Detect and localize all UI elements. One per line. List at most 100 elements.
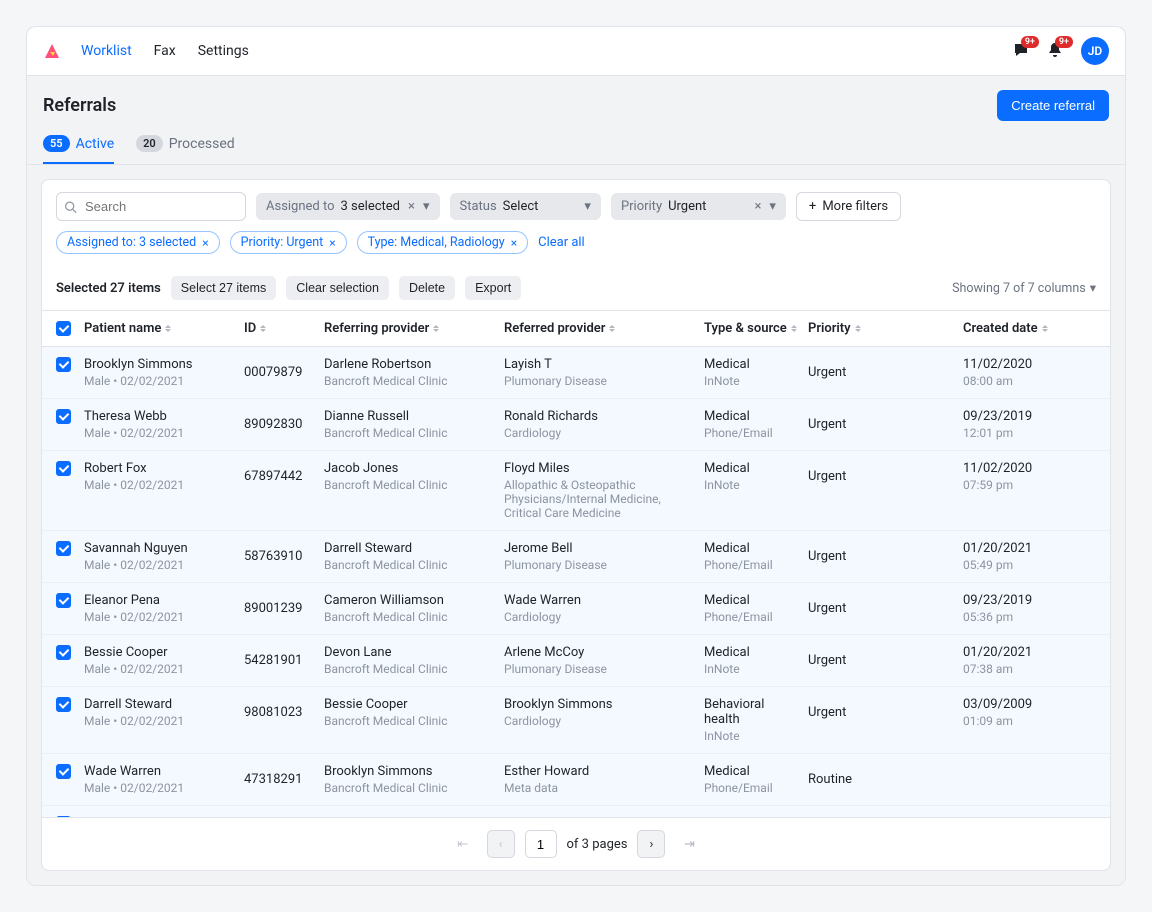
table-row[interactable]: Robert FoxMale • 02/02/202167897442Jacob… [42, 451, 1110, 531]
type: Medical [704, 764, 800, 779]
created-time: 07:38 am [963, 662, 1075, 676]
patient-id: 89001239 [244, 593, 324, 616]
referrals-table: Patient name ID Referring provider Refer… [42, 310, 1110, 817]
prev-page-button[interactable]: ‹ [487, 830, 515, 858]
chip-label: Type: Medical, Radiology [368, 235, 505, 250]
clear-selection-button[interactable]: Clear selection [286, 276, 389, 300]
row-checkbox[interactable] [56, 764, 71, 779]
clear-icon[interactable]: × [752, 199, 763, 214]
table-row[interactable]: Bessie CooperMale • 02/02/202154281901De… [42, 635, 1110, 687]
select-all-button[interactable]: Select 27 items [171, 276, 276, 300]
page-subheader: Referrals Create referral 55Active20Proc… [27, 76, 1125, 165]
filter-priority[interactable]: Priority Urgent × ▾ [611, 193, 786, 220]
page-input[interactable] [525, 830, 557, 858]
th-referring-provider[interactable]: Referring provider [324, 321, 504, 336]
next-page-button[interactable]: › [637, 830, 665, 858]
search-input[interactable] [56, 192, 246, 221]
priority: Routine [808, 764, 963, 787]
patient-meta: Male • 02/02/2021 [84, 426, 236, 440]
source: Phone/Email [704, 781, 800, 795]
row-checkbox[interactable] [56, 816, 71, 817]
filter-chip[interactable]: Type: Medical, Radiology × [357, 231, 529, 254]
referred-specialty: Plumonary Disease [504, 558, 696, 572]
patient-meta: Male • 02/02/2021 [84, 478, 236, 492]
tab-count: 55 [43, 135, 70, 152]
filter-value: 3 selected [341, 199, 400, 214]
chat-notification-icon[interactable]: 9+ [1013, 42, 1031, 60]
columns-toggle[interactable]: Showing 7 of 7 columns ▾ [952, 280, 1096, 296]
filter-label: Status [460, 199, 497, 214]
created-time: 12:01 pm [963, 426, 1075, 440]
user-avatar[interactable]: JD [1081, 37, 1109, 65]
bell-notification-icon[interactable]: 9+ [1047, 42, 1065, 60]
main-nav: Worklist Fax Settings [81, 43, 249, 59]
priority: Urgent [808, 697, 963, 720]
referred-provider: Jerome Bell [504, 541, 696, 556]
th-type-source[interactable]: Type & source [704, 321, 808, 336]
remove-chip-icon[interactable]: × [202, 236, 208, 250]
th-patient-name[interactable]: Patient name [84, 321, 244, 336]
th-created-date[interactable]: Created date [963, 321, 1083, 336]
sort-icon [609, 325, 615, 332]
row-checkbox[interactable] [56, 461, 71, 476]
sort-icon [433, 325, 439, 332]
table-row[interactable]: Eleanor PenaMale • 02/02/202189001239Cam… [42, 583, 1110, 635]
clear-icon[interactable]: × [406, 199, 417, 214]
table-row[interactable]: Wade WarrenMale • 02/02/202147318291Broo… [42, 754, 1110, 806]
th-id[interactable]: ID [244, 321, 324, 336]
th-priority[interactable]: Priority [808, 321, 963, 336]
select-all-checkbox[interactable] [56, 321, 71, 336]
patient-name: Brooklyn Simmons [84, 357, 236, 372]
nav-item-fax[interactable]: Fax [154, 43, 176, 59]
referred-specialty: Plumonary Disease [504, 374, 696, 388]
nav-item-settings[interactable]: Settings [198, 43, 249, 59]
patient-name: Theresa Webb [84, 409, 236, 424]
patient-name: Savannah Nguyen [84, 541, 236, 556]
table-row[interactable]: Savannah NguyenMale • 02/02/202158763910… [42, 531, 1110, 583]
patient-id: 98081023 [244, 697, 324, 720]
last-page-button[interactable]: ⇥ [675, 830, 703, 858]
delete-button[interactable]: Delete [399, 276, 455, 300]
referring-provider: Jacob Jones [324, 461, 496, 476]
table-row[interactable]: Theresa WebbMale • 02/02/202189092830Dia… [42, 399, 1110, 451]
selection-left: Selected 27 items Select 27 items Clear … [56, 276, 521, 300]
export-button[interactable]: Export [465, 276, 521, 300]
patient-name: Eleanor Pena [84, 593, 236, 608]
patient-id: 89092830 [244, 409, 324, 432]
tab-label: Active [76, 136, 115, 152]
table-header: Patient name ID Referring provider Refer… [42, 310, 1110, 347]
more-filters-button[interactable]: + More filters [796, 192, 901, 221]
tab-label: Processed [169, 136, 235, 152]
row-checkbox[interactable] [56, 593, 71, 608]
sort-icon [165, 325, 171, 332]
row-checkbox[interactable] [56, 409, 71, 424]
filter-status[interactable]: Status Select ▾ [450, 193, 601, 220]
type: Medical [704, 816, 800, 817]
nav-item-worklist[interactable]: Worklist [81, 43, 132, 59]
row-checkbox[interactable] [56, 357, 71, 372]
type: Behavioral health [704, 697, 800, 727]
remove-chip-icon[interactable]: × [329, 236, 335, 250]
row-checkbox[interactable] [56, 541, 71, 556]
tab-processed[interactable]: 20Processed [136, 135, 235, 164]
filter-label: Assigned to [266, 199, 335, 214]
patient-meta: Male • 02/02/2021 [84, 781, 236, 795]
row-checkbox[interactable] [56, 697, 71, 712]
search-icon [64, 200, 77, 213]
clear-all-link[interactable]: Clear all [538, 235, 585, 250]
filter-bar: Assigned to 3 selected × ▾ Status Select… [42, 180, 1110, 221]
first-page-button[interactable]: ⇤ [449, 830, 477, 858]
tab-active[interactable]: 55 Active [43, 135, 114, 164]
table-row[interactable]: Devon LaneMale • 02/02/202187989812Jenny… [42, 806, 1110, 817]
filter-chip[interactable]: Assigned to: 3 selected× [56, 231, 220, 254]
remove-chip-icon[interactable]: × [511, 236, 517, 250]
filter-chip[interactable]: Priority: Urgent× [230, 231, 347, 254]
chevron-down-icon: ▾ [584, 199, 591, 214]
row-checkbox[interactable] [56, 645, 71, 660]
table-row[interactable]: Brooklyn SimmonsMale • 02/02/20210007987… [42, 347, 1110, 399]
filter-assigned-to[interactable]: Assigned to 3 selected × ▾ [256, 193, 440, 220]
th-referred-provider[interactable]: Referred provider [504, 321, 704, 336]
create-referral-button[interactable]: Create referral [997, 90, 1109, 121]
sort-icon [260, 325, 266, 332]
table-row[interactable]: Darrell StewardMale • 02/02/202198081023… [42, 687, 1110, 754]
